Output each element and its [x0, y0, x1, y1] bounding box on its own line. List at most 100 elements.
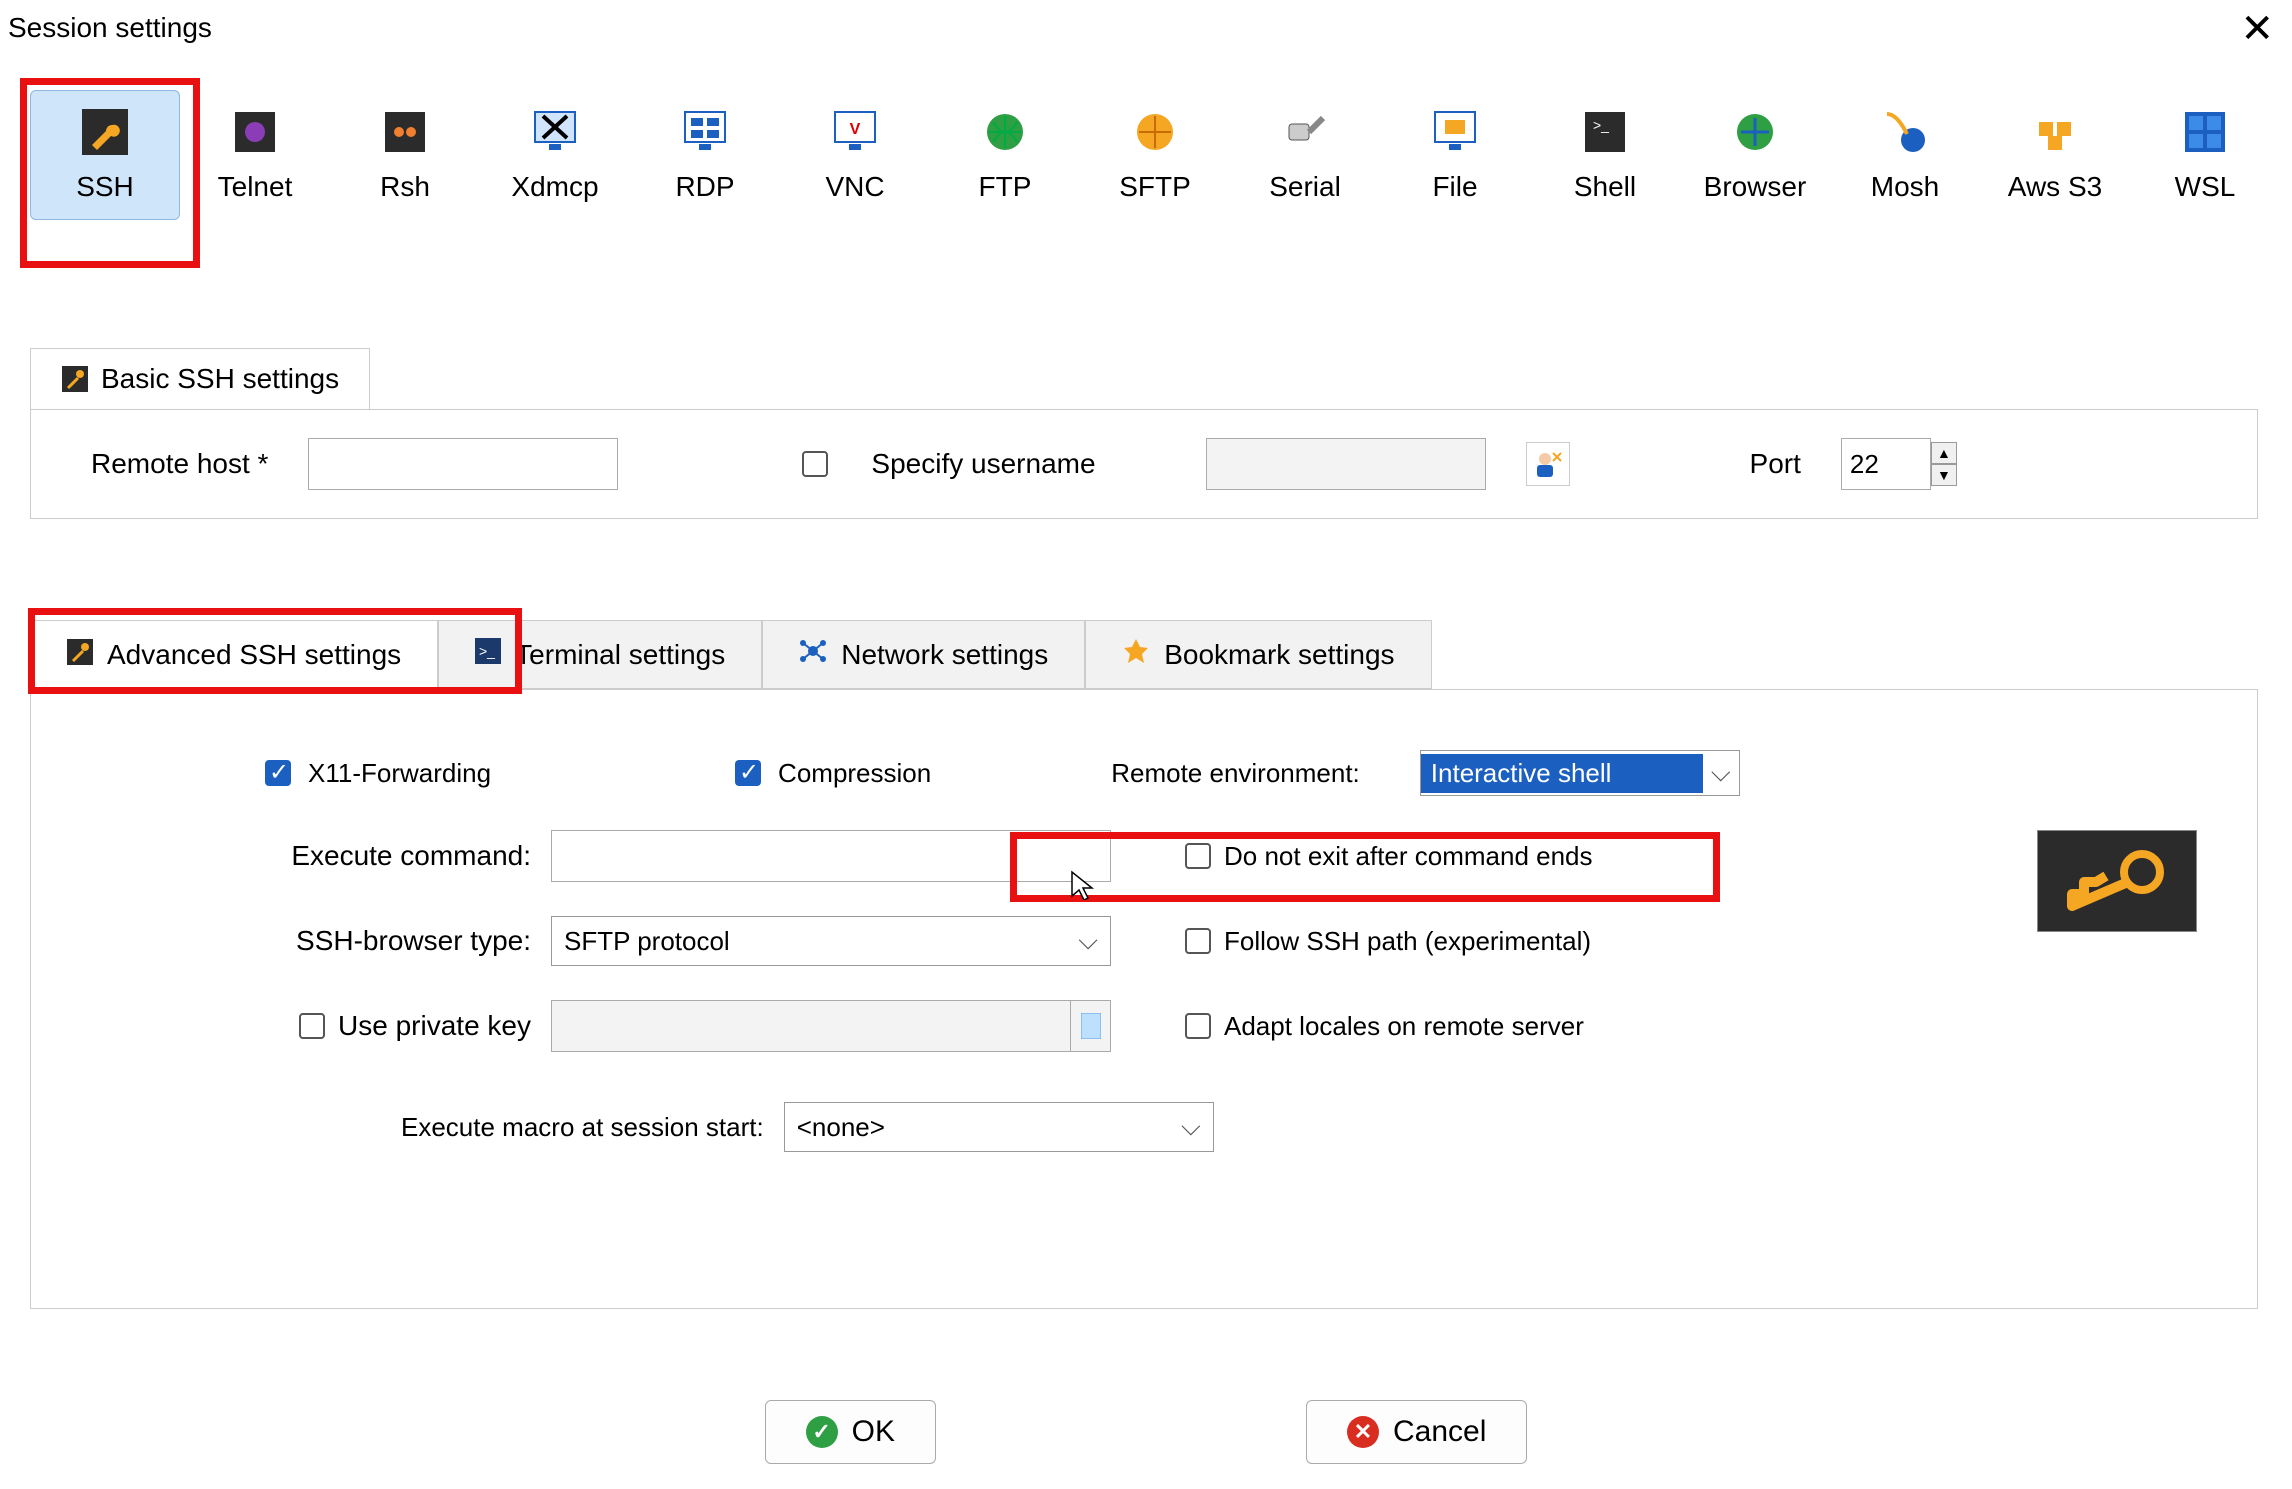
key-icon [80, 107, 130, 157]
protocol-label: Aws S3 [2008, 171, 2102, 203]
cancel-button[interactable]: ✕ Cancel [1306, 1400, 1527, 1464]
svg-text:>_: >_ [1593, 117, 1609, 133]
file-icon[interactable] [1071, 1000, 1111, 1052]
protocol-label: Mosh [1871, 171, 1939, 203]
check-icon: ✓ [806, 1416, 838, 1448]
protocol-toolbar: SSH Telnet Rsh Xdmcp RDP V VNC FTP SFTP [30, 90, 2280, 220]
key-icon [61, 365, 89, 393]
ssh-browser-value: SFTP protocol [564, 926, 730, 957]
tab-label: Terminal settings [515, 639, 725, 671]
protocol-label: Browser [1704, 171, 1807, 203]
vnc-icon: V [830, 107, 880, 157]
basic-ssh-panel: Basic SSH settings Remote host * Specify… [30, 348, 2258, 519]
specify-username-label: Specify username [871, 448, 1095, 480]
tab-terminal[interactable]: >_ Terminal settings [438, 620, 762, 689]
chevron-down-icon: ⌵ [1078, 925, 1098, 957]
chevron-down-icon[interactable]: ⌵ [1703, 757, 1739, 789]
protocol-rsh[interactable]: Rsh [330, 90, 480, 220]
sftp-icon [1130, 107, 1180, 157]
chevron-down-icon: ⌵ [1181, 1111, 1201, 1143]
close-icon[interactable]: ✕ [2240, 6, 2274, 52]
tab-label: Basic SSH settings [101, 363, 339, 395]
browser-icon [1730, 107, 1780, 157]
awss3-icon [2030, 107, 2080, 157]
protocol-rdp[interactable]: RDP [630, 90, 780, 220]
ssh-browser-label: SSH-browser type: [231, 925, 551, 957]
port-spinner[interactable]: ▲▼ [1931, 442, 1957, 486]
xdmcp-icon [530, 107, 580, 157]
protocol-label: FTP [979, 171, 1032, 203]
execute-command-label: Execute command: [231, 840, 551, 872]
compression-checkbox[interactable] [735, 760, 761, 786]
protocol-wsl[interactable]: WSL [2130, 90, 2280, 220]
cancel-label: Cancel [1393, 1415, 1486, 1449]
tab-bookmark[interactable]: Bookmark settings [1085, 620, 1431, 689]
user-manage-icon[interactable] [1526, 442, 1570, 486]
protocol-label: Serial [1269, 171, 1341, 203]
protocol-vnc[interactable]: V VNC [780, 90, 930, 220]
telnet-icon [230, 107, 280, 157]
protocol-serial[interactable]: Serial [1230, 90, 1380, 220]
x11-forwarding-checkbox[interactable] [265, 760, 291, 786]
advanced-panel: Advanced SSH settings >_ Terminal settin… [30, 620, 2258, 1309]
protocol-label: File [1432, 171, 1477, 203]
star-icon [1122, 637, 1150, 672]
protocol-telnet[interactable]: Telnet [180, 90, 330, 220]
protocol-ftp[interactable]: FTP [930, 90, 1080, 220]
protocol-ssh[interactable]: SSH [30, 90, 180, 220]
protocol-label: VNC [825, 171, 884, 203]
private-key-path-input [551, 1000, 1071, 1052]
follow-ssh-label: Follow SSH path (experimental) [1224, 926, 1591, 957]
adapt-locales-label: Adapt locales on remote server [1224, 1011, 1584, 1042]
protocol-awss3[interactable]: Aws S3 [1980, 90, 2130, 220]
terminal-icon: >_ [475, 638, 501, 671]
protocol-browser[interactable]: Browser [1680, 90, 1830, 220]
shell-icon: >_ [1580, 107, 1630, 157]
remote-env-value[interactable]: Interactive shell [1421, 754, 1703, 793]
protocol-xdmcp[interactable]: Xdmcp [480, 90, 630, 220]
tab-basic-ssh[interactable]: Basic SSH settings [30, 348, 370, 409]
ssh-browser-select[interactable]: SFTP protocol ⌵ [551, 916, 1111, 966]
do-not-exit-checkbox[interactable] [1185, 843, 1211, 869]
mosh-icon [1880, 107, 1930, 157]
ssh-key-image [2037, 830, 2197, 932]
svg-text:>_: >_ [479, 643, 495, 659]
protocol-label: Xdmcp [511, 171, 598, 203]
protocol-label: WSL [2175, 171, 2236, 203]
protocol-label: RDP [675, 171, 734, 203]
port-input[interactable] [1841, 438, 1931, 490]
x11-forwarding-label: X11-Forwarding [308, 758, 491, 789]
use-private-key-label: Use private key [338, 1010, 531, 1042]
macro-select[interactable]: <none> ⌵ [784, 1102, 1214, 1152]
remote-env-label: Remote environment: [1111, 758, 1360, 789]
use-private-key-checkbox[interactable] [299, 1013, 325, 1039]
do-not-exit-label: Do not exit after command ends [1224, 841, 1593, 872]
protocol-label: Shell [1574, 171, 1636, 203]
rdp-icon [680, 107, 730, 157]
protocol-label: SSH [76, 171, 134, 203]
ok-button[interactable]: ✓ OK [765, 1400, 936, 1464]
port-label: Port [1750, 448, 1801, 480]
tab-network[interactable]: Network settings [762, 620, 1085, 689]
ftp-icon [980, 107, 1030, 157]
specify-username-checkbox[interactable] [802, 451, 828, 477]
protocol-file[interactable]: File [1380, 90, 1530, 220]
compression-label: Compression [778, 758, 931, 789]
rsh-icon [380, 107, 430, 157]
execute-command-input[interactable] [551, 830, 1111, 882]
remote-host-input[interactable] [308, 438, 618, 490]
tab-label: Bookmark settings [1164, 639, 1394, 671]
follow-ssh-checkbox[interactable] [1185, 928, 1211, 954]
x-icon: ✕ [1347, 1416, 1379, 1448]
protocol-label: Rsh [380, 171, 430, 203]
key-icon [67, 639, 93, 672]
adapt-locales-checkbox[interactable] [1185, 1013, 1211, 1039]
tab-advanced-ssh[interactable]: Advanced SSH settings [30, 620, 438, 689]
username-input [1206, 438, 1486, 490]
protocol-mosh[interactable]: Mosh [1830, 90, 1980, 220]
protocol-label: Telnet [218, 171, 293, 203]
file-icon [1430, 107, 1480, 157]
protocol-shell[interactable]: >_ Shell [1530, 90, 1680, 220]
protocol-sftp[interactable]: SFTP [1080, 90, 1230, 220]
ok-label: OK [852, 1415, 895, 1449]
